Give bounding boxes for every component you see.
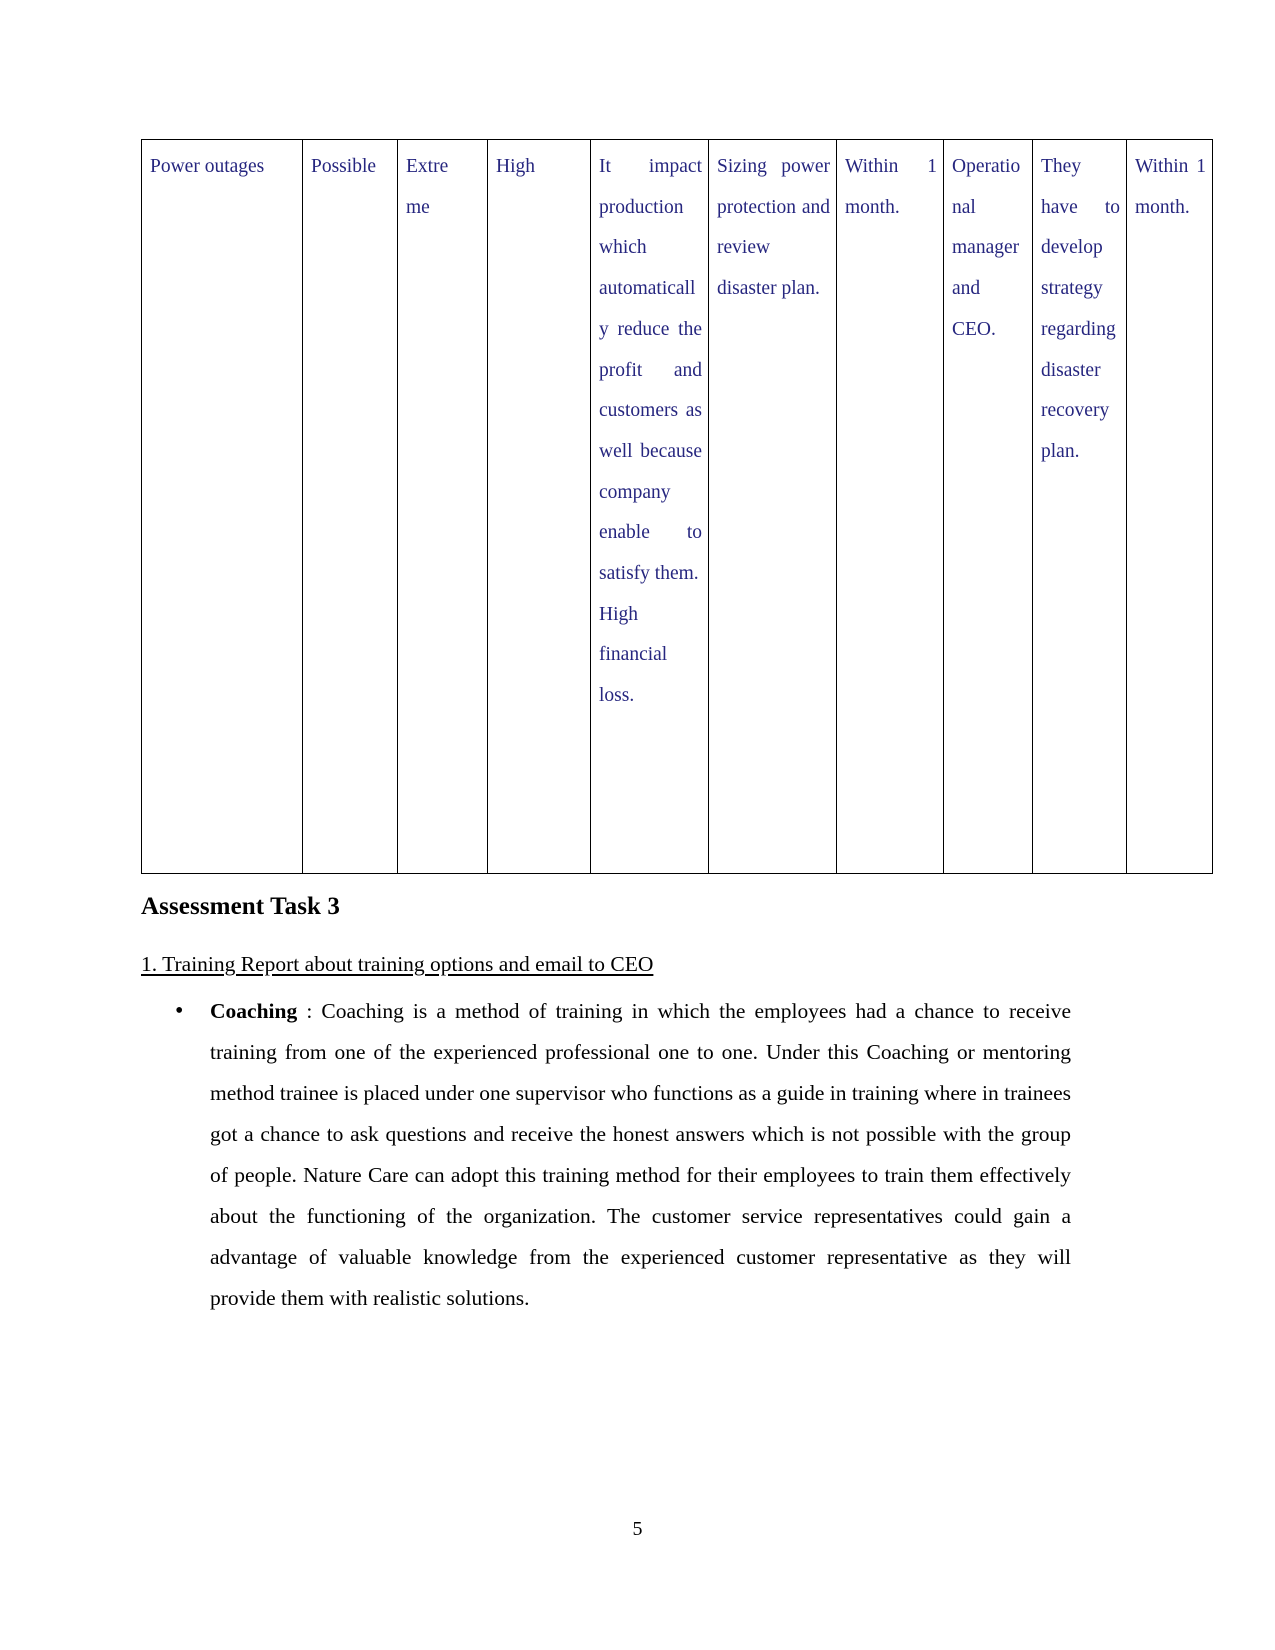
list-item: • Coaching : Coaching is a method of tra… [175, 991, 1071, 1319]
risk-assessment-table-wrapper: Power outages Possible Extre me High It … [141, 139, 1213, 874]
cell-impact-main: It impact production which automatically… [599, 156, 702, 585]
cell-control-timeframe: Within 1 month. [836, 139, 944, 874]
cell-control-measure: Sizing power protection and review disas… [708, 139, 837, 874]
cell-risk: Power outages [141, 139, 303, 874]
cell-impact: It impact production which automatically… [590, 139, 709, 874]
cell-priority: High [487, 139, 591, 874]
risk-assessment-table: Power outages Possible Extre me High It … [141, 139, 1213, 874]
cell-impact-extra: High financial loss. [599, 603, 668, 707]
bullet-point-icon: • [175, 998, 184, 1024]
page-number: 5 [632, 1518, 643, 1540]
list-item-body: Coaching is a method of training in whic… [210, 999, 1072, 1310]
cell-consequence-line-2: me [406, 196, 430, 218]
section-heading: 1. Training Report about training option… [141, 952, 654, 976]
list-item-separator: : [297, 999, 322, 1023]
list-item-term: Coaching [210, 999, 298, 1023]
cell-consequence: Extre me [397, 139, 488, 874]
cell-responsible-person: Operational manager and CEO. [943, 139, 1033, 874]
cell-consequence-line-1: Extre [406, 156, 449, 177]
cell-monitoring-timeframe: Within 1 month. [1126, 139, 1213, 874]
list-item-text: Coaching : Coaching is a method of train… [210, 991, 1071, 1319]
document-page: Power outages Possible Extre me High It … [0, 0, 1275, 1650]
table-row: Power outages Possible Extre me High It … [141, 139, 1213, 874]
page-title: Assessment Task 3 [141, 893, 340, 920]
cell-monitoring-action: They have to develop strategy regarding … [1032, 139, 1127, 874]
cell-likelihood: Possible [302, 139, 398, 874]
bullet-list: • Coaching : Coaching is a method of tra… [175, 991, 1071, 1319]
